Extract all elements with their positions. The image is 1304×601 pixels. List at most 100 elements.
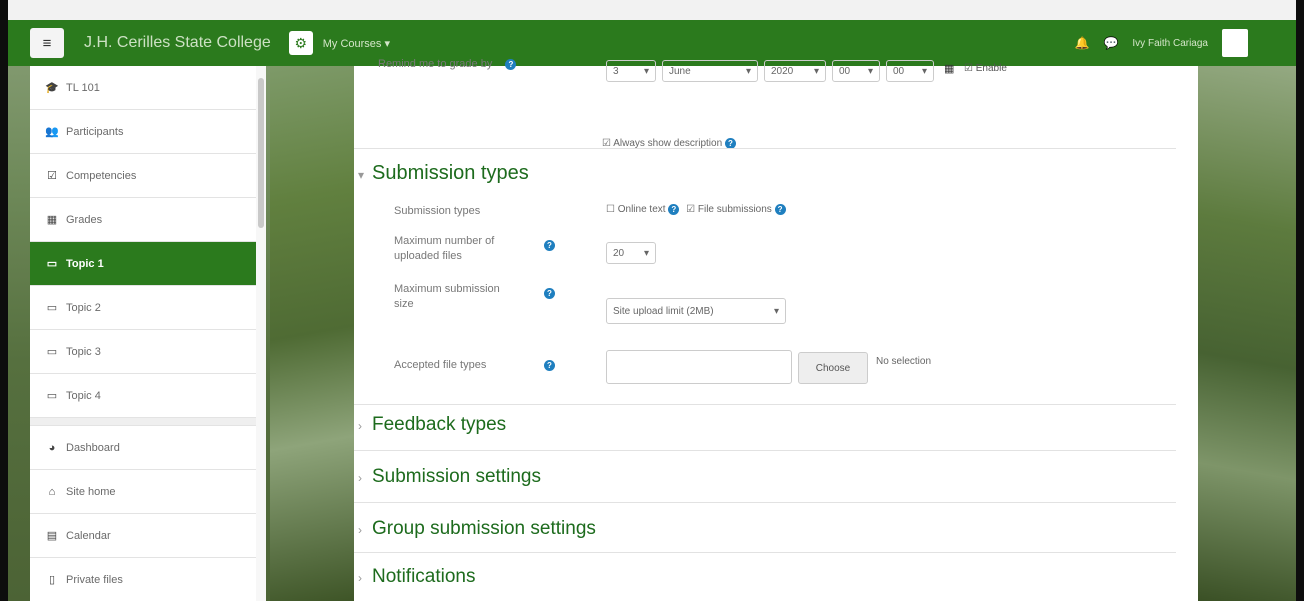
- folder-icon: ▭: [46, 302, 58, 314]
- scrollbar-thumb[interactable]: [258, 78, 264, 228]
- folder-icon: ▭: [46, 346, 58, 358]
- max-files-select[interactable]: 20 ▾: [606, 242, 656, 264]
- sidebar-item-topic-2[interactable]: ▭ Topic 2: [30, 286, 256, 330]
- screen-border-right: [1296, 0, 1304, 601]
- section-submission-types[interactable]: ▾ Submission types: [358, 162, 529, 185]
- avatar[interactable]: [1222, 29, 1248, 57]
- calendar-icon: ▤: [46, 530, 58, 542]
- sidebar-item-topic-4[interactable]: ▭ Topic 4: [30, 374, 256, 418]
- sidebar-item-label: Topic 2: [66, 301, 101, 314]
- minute-select[interactable]: 00 ▾: [886, 60, 934, 82]
- sidebar-item-label: Topic 3: [66, 345, 101, 358]
- help-icon[interactable]: ?: [774, 204, 786, 215]
- folder-icon: ▭: [46, 390, 58, 402]
- section-submission-settings[interactable]: › Submission settings: [358, 466, 541, 488]
- submission-types-options: ☐ Online text ? ☑ File submissions ?: [606, 204, 786, 215]
- max-size-label: Maximum submission size: [394, 283, 500, 310]
- sidebar-item-label: Calendar: [66, 529, 111, 542]
- sidebar-item-dashboard[interactable]: ◕ Dashboard: [30, 426, 256, 470]
- calendar-icon[interactable]: ▦: [944, 62, 954, 75]
- choose-button[interactable]: Choose: [798, 352, 868, 384]
- sidebar-item-label: Competencies: [66, 169, 137, 182]
- divider: [354, 450, 1176, 451]
- max-files-label: Maximum number of uploaded files: [394, 235, 495, 262]
- max-size-select[interactable]: Site upload limit (2MB) ▾: [606, 298, 786, 324]
- browser-top-strip: [8, 0, 1296, 20]
- chevron-right-icon: ›: [358, 419, 362, 433]
- file-submissions-checkbox[interactable]: ☑ File submissions: [686, 204, 772, 215]
- chevron-right-icon: ›: [358, 471, 362, 485]
- submission-types-label: Submission types: [394, 205, 481, 217]
- user-nav: 🔔 💬 Ivy Faith Cariaga: [1075, 29, 1248, 57]
- dashboard-icon: ◕: [48, 441, 56, 454]
- sidebar-item-label: Grades: [66, 213, 103, 226]
- table-icon: ▦: [46, 214, 58, 226]
- site-name[interactable]: J.H. Cerilles State College: [84, 34, 271, 52]
- no-selection-text: No selection: [876, 356, 932, 367]
- sidebar-item-participants[interactable]: 👥 Participants: [30, 110, 256, 154]
- user-name[interactable]: Ivy Faith Cariaga: [1132, 38, 1208, 49]
- caret-down-icon: ▾: [745, 65, 751, 77]
- sidebar-item-label: Topic 1: [66, 257, 104, 270]
- caret-down-icon: ▾: [643, 65, 649, 77]
- accepted-file-types-input[interactable]: [606, 350, 792, 384]
- accepted-file-types-label: Accepted file types: [394, 359, 487, 371]
- section-feedback-types[interactable]: › Feedback types: [358, 414, 506, 436]
- chat-icon[interactable]: 💬: [1103, 36, 1118, 50]
- caret-down-icon: ▾: [867, 65, 873, 77]
- enable-checkbox[interactable]: ☑ Enable: [964, 63, 1007, 74]
- sidebar-item-competencies[interactable]: ☑ Competencies: [30, 154, 256, 198]
- divider: [354, 404, 1176, 405]
- sidebar-item-label: TL 101: [66, 81, 100, 94]
- sidebar-item-topic-3[interactable]: ▭ Topic 3: [30, 330, 256, 374]
- section-group-submission-settings[interactable]: › Group submission settings: [358, 518, 596, 540]
- sidebar-item-calendar[interactable]: ▤ Calendar: [30, 514, 256, 558]
- sidebar-item-course[interactable]: 🎓 TL 101: [30, 66, 256, 110]
- online-text-checkbox[interactable]: ☐ Online text: [606, 204, 666, 215]
- help-icon[interactable]: ?: [544, 240, 555, 251]
- graduation-cap-icon: 🎓: [45, 82, 59, 94]
- chevron-down-icon: ▾: [358, 168, 365, 182]
- browser-viewport: ≡ J.H. Cerilles State College ⚙ My Cours…: [8, 0, 1296, 601]
- sidebar-item-site-home[interactable]: ⌂ Site home: [30, 470, 256, 514]
- sidebar-item-label: Site home: [66, 485, 116, 498]
- folder-icon: ▭: [46, 258, 58, 270]
- my-courses-menu[interactable]: My Courses ▾: [323, 37, 390, 50]
- caret-down-icon: ▾: [813, 65, 819, 77]
- divider: [354, 502, 1176, 503]
- caret-down-icon: ▾: [773, 305, 779, 317]
- month-select[interactable]: June ▾: [662, 60, 758, 82]
- users-icon: 👥: [45, 126, 59, 138]
- checkbox-icon: ☑: [47, 170, 57, 182]
- help-icon[interactable]: ?: [505, 59, 517, 70]
- help-icon[interactable]: ?: [668, 204, 680, 215]
- chevron-right-icon: ›: [358, 523, 362, 537]
- year-select[interactable]: 2020 ▾: [764, 60, 826, 82]
- section-notifications[interactable]: › Notifications: [358, 566, 476, 588]
- sidebar-divider: [30, 418, 256, 426]
- hour-select[interactable]: 00 ▾: [832, 60, 880, 82]
- remind-grade-row: Remind me to grade by ? 3 ▾ June ▾ 2020 ▾ 0…: [354, 58, 1198, 88]
- caret-down-icon: ▾: [643, 247, 649, 259]
- settings-cog-button[interactable]: ⚙: [288, 31, 313, 55]
- nav-drawer-toggle[interactable]: ≡: [30, 28, 64, 58]
- nav-drawer: 🎓 TL 101 👥 Participants ☑ Competencies ▦…: [30, 66, 256, 601]
- file-icon: ▯: [48, 574, 56, 586]
- help-icon[interactable]: ?: [544, 360, 555, 371]
- remind-grade-label: Remind me to grade by ?: [378, 58, 517, 70]
- sidebar-item-private-files[interactable]: ▯ Private files: [30, 558, 256, 601]
- background-image-right: [1198, 66, 1296, 601]
- sidebar-scrollbar[interactable]: [256, 66, 266, 601]
- hamburger-icon: ≡: [42, 34, 52, 52]
- caret-down-icon: ▾: [921, 65, 927, 77]
- help-icon[interactable]: ?: [544, 288, 555, 299]
- sidebar-item-topic-1[interactable]: ▭ Topic 1: [30, 242, 256, 286]
- sidebar-item-grades[interactable]: ▦ Grades: [30, 198, 256, 242]
- main-content: Remind me to grade by ? 3 ▾ June ▾ 2020 ▾ 0…: [354, 58, 1198, 601]
- background-image-left: [270, 66, 354, 601]
- divider: [354, 552, 1176, 553]
- chevron-right-icon: ›: [358, 571, 362, 585]
- bell-icon[interactable]: 🔔: [1075, 36, 1090, 50]
- sidebar-item-label: Topic 4: [66, 389, 101, 402]
- day-select[interactable]: 3 ▾: [606, 60, 656, 82]
